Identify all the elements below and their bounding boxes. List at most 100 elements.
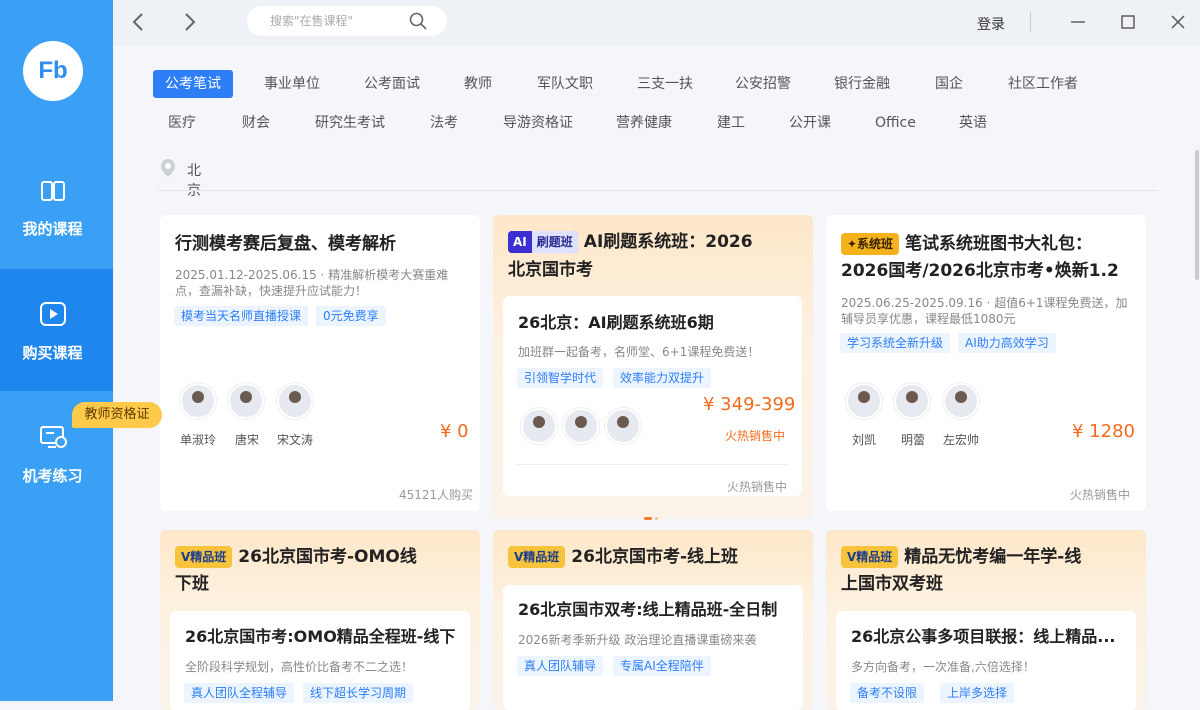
category-tab[interactable]: 英语: [959, 109, 987, 137]
course-card[interactable]: V精品班 精品无忧考编一年学-线 上国市双考班 26北京公事多项目联报：线上精品.…: [826, 530, 1146, 710]
teacher-avatar: [180, 383, 216, 419]
premium-class-badge: V精品班: [508, 546, 566, 568]
search-input[interactable]: 搜索"在售课程": [247, 6, 447, 36]
scrollbar[interactable]: [1195, 150, 1199, 280]
course-title-line2: 2026国考/2026北京市考•焕新1.2: [841, 261, 1119, 281]
sidebar-item-label: 购买课程: [22, 344, 83, 362]
category-tab[interactable]: Office: [875, 109, 916, 137]
divider: [517, 464, 787, 465]
course-inner-panel: 26北京：AI刷题系统班6期 加班群一起备考，名师堂、6+1课程免费送！ 引领智…: [503, 296, 802, 496]
inner-title: 26北京：AI刷题系统班6期: [518, 313, 714, 332]
minimize-icon[interactable]: [1068, 12, 1088, 32]
course-title: AI 刷题班 AI刷题系统班：2026: [508, 229, 808, 256]
course-tag: 引领智学时代: [517, 368, 604, 388]
course-title: V精品班 26北京国市考-线上班: [508, 544, 808, 571]
teacher-avatar: [846, 383, 882, 419]
location-selector[interactable]: 北京: [160, 158, 201, 199]
divider: [158, 190, 1158, 191]
close-icon[interactable]: [1168, 12, 1188, 32]
course-card[interactable]: V精品班 26北京国市考-OMO线 下班 26北京国市考:OMO精品全程班-线下 …: [160, 530, 480, 710]
category-tab[interactable]: 研究生考试: [315, 109, 385, 137]
course-price: ¥ 349-399: [703, 394, 796, 415]
forward-arrow-icon[interactable]: [178, 11, 200, 33]
course-desc: 2025.06.25-2025.09.16 · 超值6+1课程免费送，加辅导员享…: [841, 296, 1128, 326]
course-tag: 专属AI全程陪伴: [613, 656, 711, 676]
category-tab[interactable]: 事业单位: [264, 70, 320, 98]
course-tag: AI助力高效学习: [958, 333, 1056, 353]
course-tag: 上岸多选择: [940, 683, 1015, 703]
teacher-avatar: [521, 408, 557, 444]
teacher-name: 宋文涛: [276, 433, 313, 447]
teacher-avatar: [943, 383, 979, 419]
teacher-avatar: [605, 408, 641, 444]
category-tab[interactable]: 公开课: [789, 109, 831, 137]
teacher-avatar: [563, 408, 599, 444]
category-tab[interactable]: 社区工作者: [1008, 70, 1078, 98]
course-desc: 全阶段科学规划，高性价比备考不二之选！: [185, 660, 414, 674]
divider: [1030, 12, 1031, 32]
system-class-badge: ✦系统班: [841, 233, 900, 255]
app-logo[interactable]: Fb: [23, 41, 83, 101]
category-tab[interactable]: 军队文职: [537, 70, 593, 98]
carousel-dots[interactable]: [644, 505, 661, 524]
inner-title: 26北京国市考:OMO精品全程班-线下: [185, 627, 456, 646]
sale-status: 火热销售中: [1070, 488, 1131, 502]
category-tab[interactable]: 法考: [430, 109, 458, 137]
category-tab[interactable]: 公安招警: [735, 70, 791, 98]
sidebar-item-my-courses[interactable]: 我的课程: [0, 148, 113, 270]
category-tab[interactable]: 医疗: [168, 109, 196, 137]
course-price: ¥ 1280: [1072, 421, 1135, 442]
course-desc: 多方向备考，一次准备,六倍选择！: [851, 660, 1035, 674]
course-tag: 模考当天名师直播授课: [174, 306, 309, 326]
course-card[interactable]: 行测模考赛后复盘、模考解析 2025.01.12-2025.06.15 · 精准…: [160, 215, 480, 511]
course-tag: 真人团队辅导: [517, 656, 604, 676]
ai-badge: AI 刷题班: [508, 231, 578, 253]
course-inner-panel: 26北京国市双考:线上精品班-全日制 2026新考季新升级 政治理论直播课重磅来…: [503, 585, 803, 710]
category-tab[interactable]: 财会: [242, 109, 270, 137]
course-tag: 学习系统全新升级: [840, 333, 951, 353]
category-tab[interactable]: 三支一扶: [637, 70, 693, 98]
course-price: ¥ 0: [440, 421, 469, 442]
category-tab[interactable]: 营养健康: [616, 109, 672, 137]
sidebar-item-buy-courses[interactable]: 购买课程: [0, 269, 113, 391]
monitor-clock-icon: [40, 426, 67, 448]
maximize-icon[interactable]: [1118, 12, 1138, 32]
login-button[interactable]: 登录: [977, 14, 1005, 34]
play-icon: [40, 302, 66, 326]
course-card[interactable]: AI 刷题班 AI刷题系统班：2026 北京国市考 26北京：AI刷题系统班6期 加…: [493, 215, 813, 519]
category-tab[interactable]: 建工: [717, 109, 745, 137]
course-card[interactable]: V精品班 26北京国市考-线上班 26北京国市双考:线上精品班-全日制 2026新…: [493, 530, 813, 710]
inner-title: 26北京公事多项目联报：线上精品...: [851, 627, 1116, 646]
teacher-avatar: [894, 383, 930, 419]
course-desc: 2025.01.12-2025.06.15 · 精准解析模考大赛重难点，查漏补缺…: [175, 268, 449, 298]
course-title-line2: 上国市双考班: [841, 574, 943, 594]
course-inner-panel: 26北京国市考:OMO精品全程班-线下 全阶段科学规划，高性价比备考不二之选！ …: [170, 611, 470, 710]
category-tab[interactable]: 公考面试: [364, 70, 420, 98]
teacher-cert-badge[interactable]: 教师资格证: [72, 402, 162, 428]
course-title-line2: 北京国市考: [508, 260, 593, 280]
category-tab[interactable]: 公考笔试: [153, 70, 233, 98]
location-label: 北京: [187, 163, 201, 199]
course-title: V精品班 26北京国市考-OMO线: [175, 544, 475, 571]
category-tab[interactable]: 银行金融: [834, 70, 890, 98]
course-card[interactable]: ✦系统班 笔试系统班图书大礼包： 2026国考/2026北京市考•焕新1.2 20…: [826, 215, 1146, 511]
purchase-count: 45121人购买: [399, 488, 474, 502]
sale-status: 火热销售中: [727, 480, 788, 494]
category-tab[interactable]: 国企: [935, 70, 963, 98]
teacher-name: 左宏帅: [942, 433, 979, 447]
premium-class-badge: V精品班: [841, 546, 899, 568]
sale-status: 火热销售中: [725, 429, 786, 443]
course-tag: 备考不设限: [850, 683, 925, 703]
course-tag: 0元免费享: [316, 306, 386, 326]
course-tag: 效率能力双提升: [613, 368, 712, 388]
sidebar-item-label: 机考练习: [22, 467, 83, 485]
category-tab[interactable]: 导游资格证: [503, 109, 573, 137]
book-icon: [41, 181, 65, 201]
course-desc: 加班群一起备考，名师堂、6+1课程免费送！: [518, 345, 760, 359]
teacher-avatar: [277, 383, 313, 419]
category-tab[interactable]: 教师: [464, 70, 492, 98]
back-arrow-icon[interactable]: [128, 11, 150, 33]
search-icon[interactable]: [409, 12, 427, 30]
course-title: 行测模考赛后复盘、模考解析: [175, 234, 396, 254]
premium-class-badge: V精品班: [175, 546, 233, 568]
